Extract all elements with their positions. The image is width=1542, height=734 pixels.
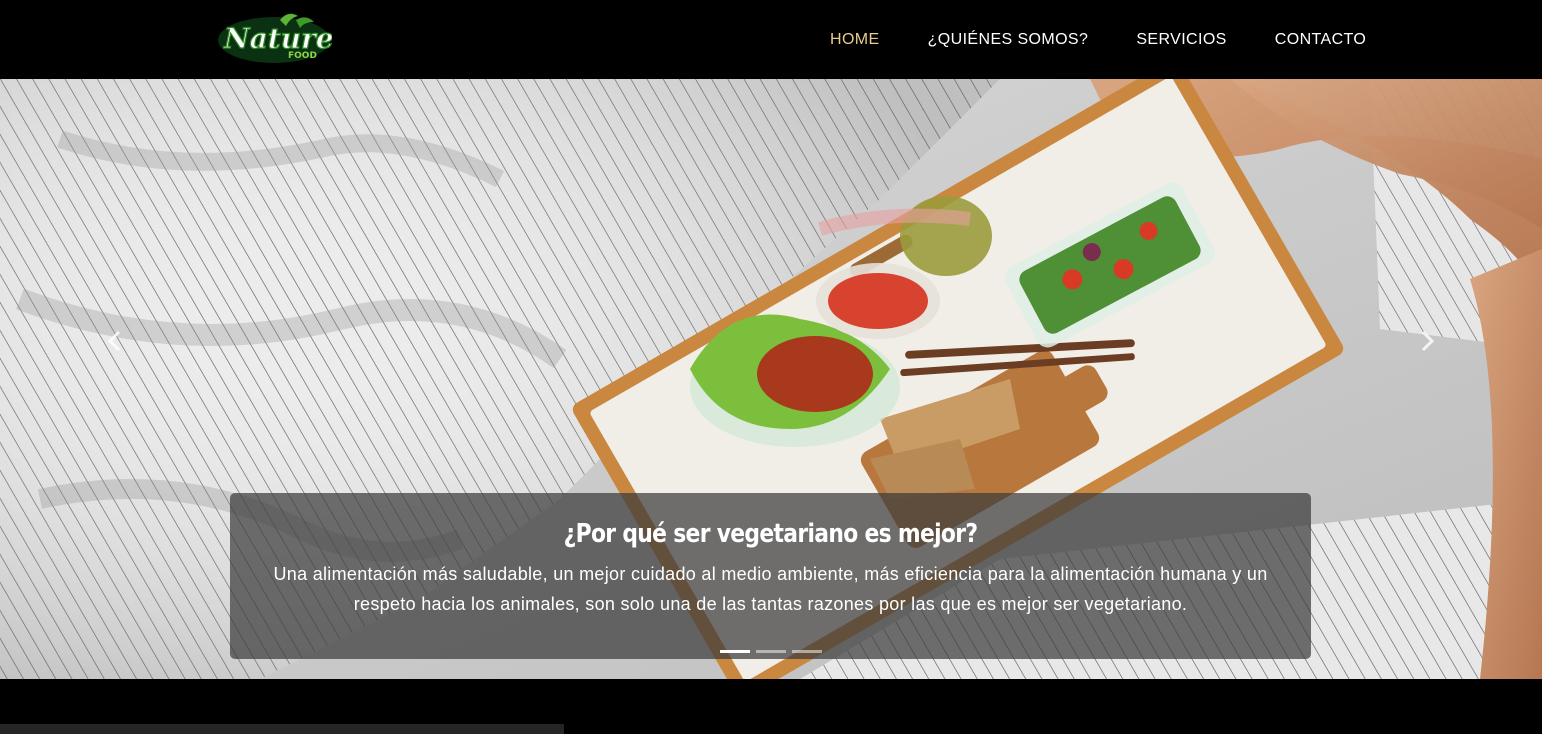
svg-text:FOOD: FOOD [288,51,317,61]
caption-title: ¿Por qué ser vegetariano es mejor? [563,519,978,549]
carousel-prev-button[interactable] [100,324,130,358]
nature-food-logo[interactable]: Nature FOOD [216,12,334,66]
navbar: Nature FOOD HOME ¿QUIÉNES SOMOS? SERVICI… [0,0,1542,79]
nav-link-servicios[interactable]: SERVICIOS [1136,31,1226,49]
below-fold-section [0,679,1542,734]
carousel-indicator-3[interactable] [792,650,822,653]
caption-text: Una alimentación más saludable, un mejor… [273,564,1268,614]
nav-link-quienes-somos[interactable]: ¿QUIÉNES SOMOS? [928,31,1089,49]
carousel-caption: ¿Por qué ser vegetariano es mejor? Una a… [230,493,1311,659]
carousel-indicator-1[interactable] [720,650,750,653]
section-image-placeholder [0,724,564,734]
nav-link-home[interactable]: HOME [830,31,880,49]
chevron-left-icon [107,330,121,352]
hero-carousel: ¿Por qué ser vegetariano es mejor? Una a… [0,79,1542,679]
carousel-indicator-2[interactable] [756,650,786,653]
chevron-right-icon [1421,330,1435,352]
carousel-indicators [0,650,1542,653]
nav-link-contacto[interactable]: CONTACTO [1275,31,1367,49]
main-nav: HOME ¿QUIÉNES SOMOS? SERVICIOS CONTACTO [806,0,1390,79]
carousel-next-button[interactable] [1412,324,1442,358]
